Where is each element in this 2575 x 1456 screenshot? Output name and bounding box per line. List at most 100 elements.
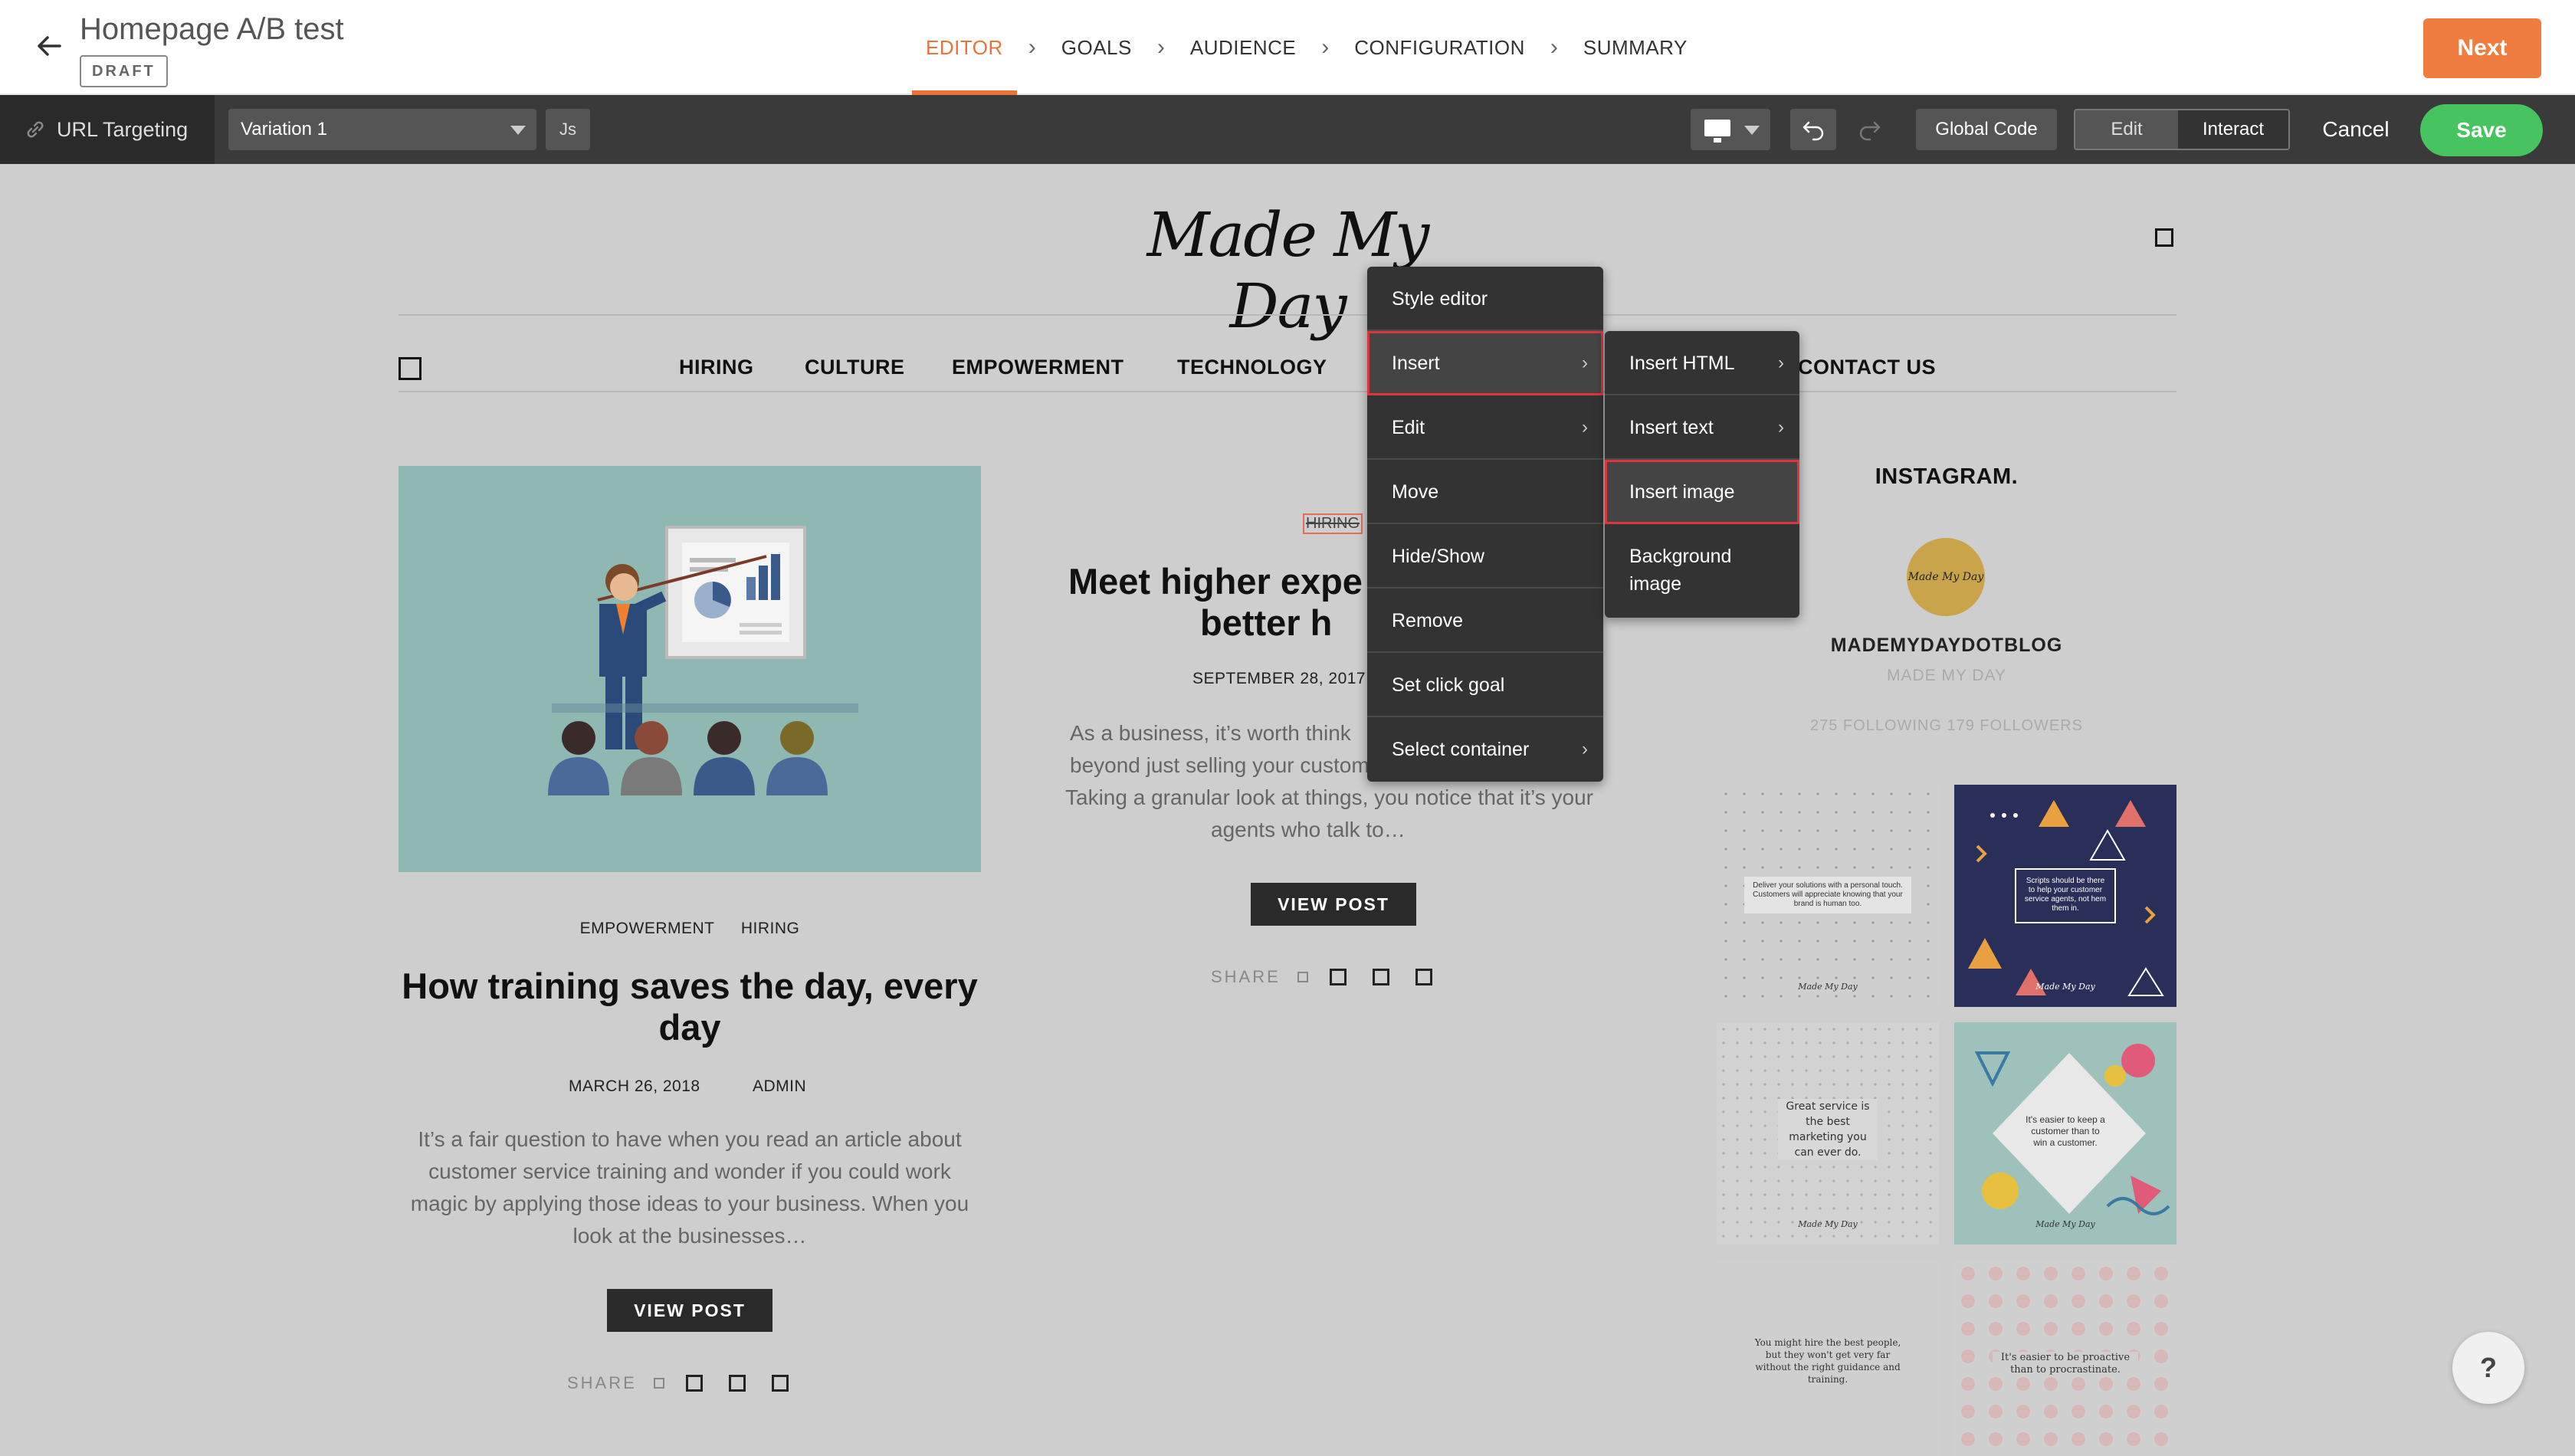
share-twitter-icon[interactable] — [685, 1375, 703, 1392]
tile-brand: Made My Day — [2035, 982, 2095, 992]
category-link[interactable]: EMPOWERMENT — [580, 920, 715, 937]
mode-interact-button[interactable]: Interact — [2178, 110, 2288, 149]
next-button[interactable]: Next — [2423, 18, 2541, 78]
url-targeting-label: URL Targeting — [57, 117, 189, 141]
share-label: SHARE — [1211, 967, 1281, 986]
help-button[interactable]: ? — [2452, 1332, 2524, 1404]
menu-item-insert-text[interactable]: Insert text › — [1605, 395, 1799, 460]
menu-item-style-editor[interactable]: Style editor — [1367, 267, 1603, 331]
instagram-tile[interactable]: It's easier to be proactive than to proc… — [1954, 1260, 2176, 1456]
menu-item-label: Insert text — [1629, 417, 1714, 438]
post-excerpt: It’s a fair question to have when you re… — [410, 1127, 969, 1248]
share-pinterest-icon[interactable] — [728, 1375, 746, 1392]
instagram-tile[interactable]: Deliver your solutions with a personal t… — [1717, 785, 1939, 1007]
menu-item-edit[interactable]: Edit › — [1367, 395, 1603, 460]
step-configuration[interactable]: CONFIGURATION — [1340, 0, 1539, 95]
tile-text: Deliver your solutions with a personal t… — [1744, 877, 1911, 913]
menu-icon[interactable] — [399, 357, 422, 380]
instagram-handle[interactable]: MADEMYDAYDOTBLOG — [1717, 635, 2176, 657]
tile-text: It's easier to keep a customer than to w… — [2026, 1114, 2105, 1148]
instagram-name: MADE MY DAY — [1886, 667, 2007, 684]
share-linkedin-icon[interactable] — [1415, 969, 1432, 985]
view-post-button[interactable]: VIEW POST — [1251, 883, 1416, 926]
chevron-right-icon: › — [1582, 417, 1588, 438]
post-title[interactable]: How training saves the day, every day — [399, 966, 981, 1048]
share-linkedin-icon[interactable] — [771, 1375, 789, 1392]
tile-text: Great service is the best marketing you … — [1778, 1099, 1878, 1160]
step-audience[interactable]: AUDIENCE — [1176, 0, 1310, 95]
menu-item-insert[interactable]: Insert › — [1367, 331, 1603, 395]
menu-item-label: Edit — [1392, 417, 1425, 438]
device-selector[interactable] — [1691, 109, 1770, 150]
share-facebook-icon[interactable] — [653, 1378, 664, 1389]
post-date: SEPTEMBER 28, 2017 — [1192, 670, 1366, 687]
instagram-tile[interactable]: Great service is the best marketing you … — [1717, 1022, 1939, 1244]
search-icon[interactable] — [2155, 228, 2173, 247]
category-link[interactable]: HIRING — [741, 920, 800, 937]
undo-icon — [1803, 121, 1824, 141]
menu-item-hide-show[interactable]: Hide/Show — [1367, 524, 1603, 589]
menu-item-label: Insert — [1392, 353, 1440, 374]
share-label: SHARE — [567, 1373, 637, 1392]
menu-item-label: Hide/Show — [1392, 546, 1484, 567]
share-row: SHARE — [567, 1372, 815, 1395]
tile-text: Scripts should be there to help your cus… — [2024, 877, 2107, 913]
back-arrow-icon[interactable] — [31, 28, 67, 64]
nav-item-technology[interactable]: TECHNOLOGY — [1177, 340, 1327, 394]
excerpt-line: agents who talk to… — [1211, 818, 1406, 841]
instagram-tile[interactable]: You might hire the best people, but they… — [1717, 1260, 1939, 1456]
menu-item-move[interactable]: Move — [1367, 460, 1603, 524]
nav-divider-top — [399, 314, 2176, 316]
menu-item-label: Background image — [1629, 546, 1732, 595]
variation-select[interactable]: Variation 1 — [228, 109, 536, 150]
insert-submenu: Insert HTML › Insert text › Insert image… — [1605, 331, 1799, 618]
mode-edit-button[interactable]: Edit — [2075, 110, 2179, 149]
url-targeting-button[interactable]: URL Targeting — [0, 95, 215, 164]
element-context-menu: Style editor Insert › Edit › Move Hide/S… — [1367, 267, 1603, 782]
nav-item-culture[interactable]: CULTURE — [805, 340, 904, 394]
test-title[interactable]: Homepage A/B test — [80, 12, 344, 47]
nav-item-empowerment[interactable]: EMPOWERMENT — [952, 340, 1124, 394]
menu-item-insert-html[interactable]: Insert HTML › — [1605, 331, 1799, 395]
step-goals[interactable]: GOALS — [1048, 0, 1146, 95]
js-button[interactable]: Js — [546, 109, 590, 150]
post-featured-image[interactable] — [399, 466, 981, 872]
cancel-button[interactable]: Cancel — [2318, 109, 2394, 150]
site-nav: HIRING CULTURE EMPOWERMENT TECHNOLOGY CO… — [0, 340, 2575, 394]
step-summary[interactable]: SUMMARY — [1570, 0, 1701, 95]
post-author[interactable]: ADMIN — [753, 1077, 806, 1096]
tile-text: It's easier to be proactive than to proc… — [1993, 1352, 2138, 1376]
undo-button[interactable] — [1790, 109, 1836, 150]
redo-button[interactable] — [1847, 109, 1893, 150]
menu-item-remove[interactable]: Remove — [1367, 589, 1603, 653]
page-preview: Made My Day HIRING CULTURE EMPOWERMENT T… — [0, 164, 2575, 1456]
view-post-button[interactable]: VIEW POST — [607, 1289, 772, 1332]
save-button[interactable]: Save — [2420, 104, 2543, 156]
menu-item-label: Insert HTML — [1629, 353, 1735, 374]
menu-item-select-container[interactable]: Select container › — [1367, 717, 1603, 782]
instagram-tile[interactable]: Scripts should be there to help your cus… — [1954, 785, 2176, 1007]
share-facebook-icon[interactable] — [1297, 972, 1308, 982]
chevron-right-icon: › — [1156, 34, 1165, 60]
nav-item-contact-us[interactable]: CONTACT US — [1798, 340, 1936, 394]
menu-item-insert-image[interactable]: Insert image — [1605, 460, 1799, 524]
editor-toolbar: URL Targeting Variation 1 Js Global Code… — [0, 95, 2575, 164]
share-row: SHARE — [1211, 966, 1458, 989]
wizard-steps: EDITOR › GOALS › AUDIENCE › CONFIGURATIO… — [912, 0, 1701, 95]
menu-item-label: Select container — [1392, 739, 1530, 760]
post-title-line: Meet higher expe — [1068, 561, 1363, 602]
menu-item-set-click-goal[interactable]: Set click goal — [1367, 653, 1603, 717]
post-title[interactable]: Meet higher expe better h — [1058, 561, 1395, 644]
share-pinterest-icon[interactable] — [1372, 969, 1389, 985]
step-editor[interactable]: EDITOR — [912, 0, 1017, 95]
chevron-right-icon: › — [1582, 739, 1588, 759]
global-code-button[interactable]: Global Code — [1916, 109, 2057, 150]
instagram-tile[interactable]: It's easier to keep a customer than to w… — [1954, 1022, 2176, 1244]
desktop-icon — [1704, 120, 1730, 136]
share-twitter-icon[interactable] — [1329, 969, 1347, 985]
nav-item-hiring[interactable]: HIRING — [679, 340, 754, 394]
category-link[interactable]: HIRING — [1303, 513, 1363, 534]
menu-item-background-image[interactable]: Background image — [1605, 524, 1799, 618]
instagram-avatar[interactable]: Made My Day — [1907, 538, 1985, 616]
status-badge: DRAFT — [80, 55, 168, 87]
